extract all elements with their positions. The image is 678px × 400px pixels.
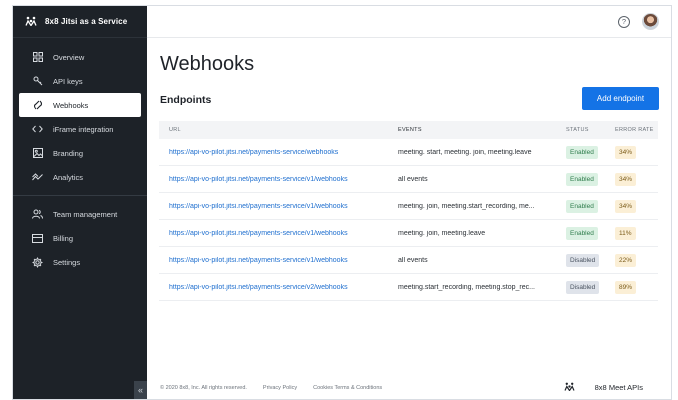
footer-brand: 8x8 Meet APIs — [564, 382, 659, 393]
top-bar: ? — [147, 6, 671, 38]
sidebar-item-label: Team management — [53, 209, 118, 219]
sidebar-item-label: Branding — [53, 148, 84, 158]
status-badge: Disabled — [566, 253, 600, 267]
sidebar-item-label: Billing — [53, 233, 74, 243]
card-icon — [32, 233, 43, 244]
section-title: Endpoints — [160, 94, 212, 106]
sidebar-item-label: iFrame integration — [53, 124, 114, 134]
events-cell: meeting. join, meeting.leave — [398, 229, 486, 237]
page-title: Webhooks — [160, 53, 255, 75]
logo-icon — [25, 13, 37, 31]
code-icon — [32, 124, 43, 135]
team-icon — [32, 209, 43, 220]
error-rate-badge: 34% — [615, 199, 637, 213]
error-rate-badge: 11% — [615, 226, 636, 240]
key-icon — [32, 76, 43, 87]
column-header-url: URL — [169, 127, 181, 133]
sidebar-item-label: Analytics — [53, 172, 84, 182]
help-icon[interactable]: ? — [618, 15, 630, 28]
status-badge: Enabled — [566, 145, 598, 159]
table-row[interactable]: https://api-vo-pilot.jitsi.net/payments-… — [159, 166, 658, 193]
avatar[interactable] — [642, 13, 659, 30]
column-header-events: EVENTS — [398, 127, 422, 133]
sidebar-item-label: API keys — [53, 76, 83, 86]
sidebar-item-iframe-integration[interactable]: iFrame integration — [19, 117, 141, 141]
privacy-policy-link[interactable]: Privacy Policy — [263, 385, 297, 391]
endpoint-url-link[interactable]: https://api-vo-pilot.jitsi.net/payments-… — [159, 284, 389, 291]
events-cell: all events — [398, 175, 428, 183]
brand-name: 8x8 Jitsi as a Service — [45, 17, 128, 26]
sidebar-item-billing[interactable]: Billing — [19, 226, 141, 250]
error-rate-badge: 34% — [615, 145, 637, 159]
sidebar-nav: Overview API keys Webhooks iFrame integr… — [13, 38, 147, 274]
column-header-status: STATUS — [566, 127, 589, 133]
sidebar-divider — [13, 195, 147, 196]
status-badge: Enabled — [566, 226, 598, 240]
events-cell: meeting.start_recording, meeting.stop_re… — [398, 283, 535, 291]
table-row[interactable]: https://api-vo-pilot.jitsi.net/payments-… — [159, 139, 658, 166]
events-cell: meeting. join, meeting.start_recording, … — [398, 202, 535, 210]
sidebar-item-label: Webhooks — [53, 100, 89, 110]
events-cell: meeting. start, meeting. join, meeting.l… — [398, 148, 532, 156]
sidebar-item-branding[interactable]: Branding — [19, 141, 141, 165]
image-icon — [32, 148, 43, 159]
status-badge: Enabled — [566, 172, 598, 186]
table-row[interactable]: https://api-vo-pilot.jitsi.net/payments-… — [159, 220, 658, 247]
sidebar: 8x8 Jitsi as a Service Overview API keys… — [13, 6, 147, 399]
webhook-icon — [32, 100, 43, 111]
table-header: URL EVENTS STATUS ERROR RATE — [159, 121, 658, 139]
events-cell: all events — [398, 256, 428, 264]
status-badge: Enabled — [566, 199, 598, 213]
brand[interactable]: 8x8 Jitsi as a Service — [13, 6, 147, 38]
sidebar-item-analytics[interactable]: Analytics — [19, 165, 141, 189]
double-chevron-left-icon: « — [137, 385, 143, 395]
endpoint-url-link[interactable]: https://api-vo-pilot.jitsi.net/payments-… — [159, 257, 389, 264]
endpoint-url-link[interactable]: https://api-vo-pilot.jitsi.net/payments-… — [159, 176, 389, 183]
analytics-icon — [32, 172, 43, 183]
sidebar-item-label: Settings — [53, 257, 81, 267]
endpoint-url-link[interactable]: https://api-vo-pilot.jitsi.net/payments-… — [159, 230, 389, 237]
endpoint-url-link[interactable]: https://api-vo-pilot.jitsi.net/payments-… — [159, 149, 389, 156]
add-endpoint-button[interactable]: Add endpoint — [582, 87, 659, 110]
app-window: 8x8 Jitsi as a Service Overview API keys… — [12, 5, 672, 400]
gear-icon — [32, 257, 43, 268]
error-rate-badge: 34% — [615, 172, 637, 186]
main-content: ? Webhooks Endpoints Add endpoint URL EV… — [147, 6, 671, 399]
terms-link[interactable]: Cookies Terms & Conditions — [313, 385, 382, 391]
sidebar-item-api-keys[interactable]: API keys — [19, 69, 141, 93]
collapse-sidebar-button[interactable]: « — [134, 381, 147, 399]
sidebar-item-team-management[interactable]: Team management — [19, 202, 141, 226]
table-row[interactable]: https://api-vo-pilot.jitsi.net/payments-… — [159, 274, 658, 301]
error-rate-badge: 22% — [615, 253, 637, 267]
error-rate-badge: 89% — [615, 280, 637, 294]
copyright-text: © 2020 8x8, Inc. All rights reserved. — [160, 385, 247, 391]
footer: © 2020 8x8, Inc. All rights reserved. Pr… — [147, 377, 671, 399]
sidebar-item-overview[interactable]: Overview — [19, 45, 141, 69]
grid-icon — [32, 52, 43, 63]
sidebar-item-label: Overview — [53, 52, 85, 62]
column-header-error-rate: ERROR RATE — [615, 127, 654, 133]
sidebar-item-settings[interactable]: Settings — [19, 250, 141, 274]
logo-icon — [564, 382, 575, 393]
table-row[interactable]: https://api-vo-pilot.jitsi.net/payments-… — [159, 193, 658, 220]
status-badge: Disabled — [566, 280, 600, 294]
endpoints-table: URL EVENTS STATUS ERROR RATE https://api… — [159, 121, 658, 301]
sidebar-item-webhooks[interactable]: Webhooks — [19, 93, 141, 117]
footer-brand-name: 8x8 Meet APIs — [594, 383, 643, 392]
endpoint-url-link[interactable]: https://api-vo-pilot.jitsi.net/payments-… — [159, 203, 389, 210]
table-row[interactable]: https://api-vo-pilot.jitsi.net/payments-… — [159, 247, 658, 274]
